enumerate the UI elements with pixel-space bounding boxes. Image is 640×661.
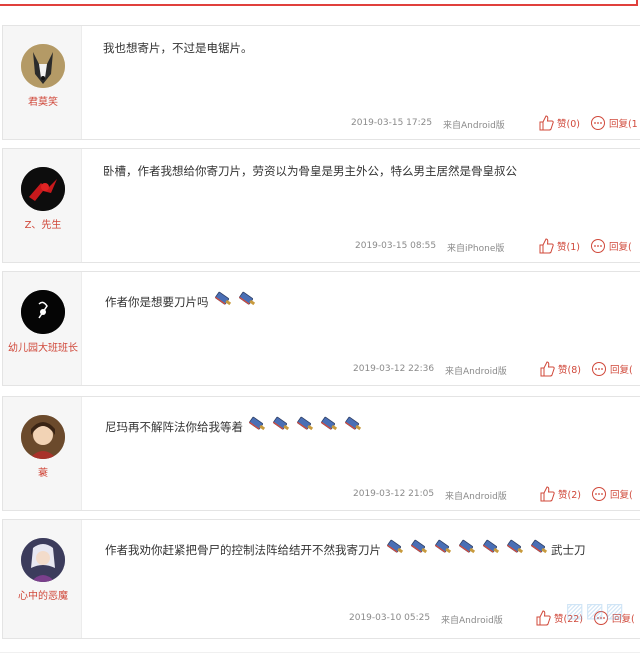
comment-source: 来自iPhone版 — [447, 244, 505, 254]
speech-bubble-icon — [591, 487, 606, 501]
knife-emoji-icon — [273, 416, 290, 431]
reply-button[interactable]: 回复( — [591, 361, 633, 377]
anime-character-avatar-icon — [21, 538, 65, 582]
comment-time: 2019-03-15 08:55 — [355, 241, 437, 251]
comment-actions: 赞(1) 回复( — [538, 238, 640, 254]
reply-count: 回复(1 — [608, 119, 638, 130]
knife-emoji-icon — [238, 291, 255, 306]
avatar[interactable] — [21, 167, 65, 211]
comment-text: 我也想寄片，不过是电锯片。 — [103, 40, 253, 56]
comment-actions: 赞(8) 回复( — [539, 361, 640, 377]
speech-bubble-icon — [590, 116, 605, 130]
avatar[interactable] — [21, 538, 65, 582]
comment-source: 来自Android版 — [443, 121, 505, 131]
knife-emoji-icon — [297, 416, 314, 431]
red-splash-avatar-icon — [21, 167, 65, 211]
like-count: 赞(8) — [558, 365, 581, 376]
reply-count: 回复( — [608, 242, 632, 253]
reply-button[interactable]: 回复(1 — [590, 115, 638, 131]
knife-emoji-icon — [345, 416, 362, 431]
knife-emoji-icon — [531, 539, 548, 554]
knife-emoji-icon — [483, 539, 500, 554]
comment-text: 卧槽，作者我想给你寄刀片，劳资以为骨皇是男主外公，特么男主居然是骨皇叔公 — [103, 163, 517, 179]
comment-body: 作者我劝你赶紧把骨尸的控制法阵给结开不然我寄刀片 — [105, 542, 381, 557]
username[interactable]: 心中的恶魔 — [3, 587, 83, 602]
like-button[interactable]: 赞(8) — [539, 361, 581, 377]
thumbs-up-icon — [539, 238, 554, 254]
speech-bubble-icon — [591, 362, 606, 376]
comment-time: 2019-03-12 21:05 — [353, 489, 435, 499]
comment-item: Z、先生 卧槽，作者我想给你寄刀片，劳资以为骨皇是男主外公，特么男主居然是骨皇叔… — [2, 148, 640, 263]
speech-bubble-icon — [590, 239, 605, 253]
username[interactable]: Z、先生 — [3, 216, 83, 231]
knife-emoji-icon — [321, 416, 338, 431]
emoji-group — [381, 538, 549, 561]
comment-trailing-text: 武士刀 — [551, 542, 586, 557]
like-button[interactable]: 赞(2) — [539, 486, 581, 502]
thumbs-up-icon — [540, 361, 555, 377]
knife-emoji-icon — [214, 291, 231, 306]
like-count: 赞(1) — [557, 242, 580, 253]
comment-source: 来自Android版 — [445, 492, 507, 502]
username[interactable]: 君莫笑 — [3, 93, 83, 108]
thumbs-up-icon — [539, 115, 554, 131]
comment-text: 作者我劝你赶紧把骨尸的控制法阵给结开不然我寄刀片 武士刀 — [105, 538, 586, 561]
reply-count: 回复( — [609, 365, 633, 376]
avatar[interactable] — [21, 415, 65, 459]
comment-body: 卧槽，作者我想给你寄刀片，劳资以为骨皇是男主外公，特么男主居然是骨皇叔公 — [103, 164, 517, 178]
top-input-box[interactable] — [0, 0, 638, 6]
comment-source: 来自Android版 — [445, 367, 507, 377]
comment-text: 尼玛再不解阵法你给我等着 — [105, 415, 363, 438]
dog-avatar-icon — [21, 44, 65, 88]
reply-count: 回复( — [609, 490, 633, 501]
avatar[interactable] — [21, 290, 65, 334]
comment-body: 我也想寄片，不过是电锯片。 — [103, 41, 253, 55]
knife-emoji-icon — [507, 539, 524, 554]
comment-text: 作者你是想要刀片吗 — [105, 290, 257, 313]
site-watermark: ▨▨▨ — [565, 598, 625, 622]
username[interactable]: 幼儿园大班班长 — [3, 339, 83, 354]
knife-emoji-icon — [387, 539, 404, 554]
comment-item: 君莫笑 我也想寄片，不过是电锯片。 2019-03-15 17:25 来自And… — [2, 25, 640, 140]
comment-actions: 赞(2) 回复( — [539, 486, 640, 502]
like-count: 赞(0) — [557, 119, 580, 130]
knife-emoji-icon — [411, 539, 428, 554]
reply-button[interactable]: 回复( — [590, 238, 632, 254]
comment-item: 心中的恶魔 作者我劝你赶紧把骨尸的控制法阵给结开不然我寄刀片 武士刀 2019-… — [2, 519, 640, 639]
black-circle-avatar-icon — [21, 290, 65, 334]
emoji-group — [209, 290, 257, 313]
reply-button[interactable]: 回复( — [591, 486, 633, 502]
comment-time: 2019-03-12 22:36 — [353, 364, 435, 374]
comment-time: 2019-03-15 17:25 — [351, 118, 433, 128]
comment-time: 2019-03-10 05:25 — [349, 613, 431, 623]
comment-item: 蓑 尼玛再不解阵法你给我等着 2019-03-12 21:05 来自Androi… — [2, 396, 640, 511]
like-count: 赞(2) — [558, 490, 581, 501]
knife-emoji-icon — [459, 539, 476, 554]
thumbs-up-icon — [536, 610, 551, 626]
username[interactable]: 蓑 — [3, 464, 83, 479]
like-button[interactable]: 赞(1) — [538, 238, 580, 254]
anime-girl-avatar-icon — [21, 415, 65, 459]
comment-source: 来自Android版 — [441, 616, 503, 626]
emoji-group — [243, 415, 363, 438]
comment-actions: 赞(0) 回复(1 — [538, 115, 640, 131]
avatar[interactable] — [21, 44, 65, 88]
comment-item: 幼儿园大班班长 作者你是想要刀片吗 2019-03-12 22:36 来自And… — [2, 271, 640, 386]
comment-body: 尼玛再不解阵法你给我等着 — [105, 419, 243, 434]
comment-body: 作者你是想要刀片吗 — [105, 294, 209, 309]
knife-emoji-icon — [435, 539, 452, 554]
like-button[interactable]: 赞(0) — [538, 115, 580, 131]
knife-emoji-icon — [249, 416, 266, 431]
thumbs-up-icon — [540, 486, 555, 502]
